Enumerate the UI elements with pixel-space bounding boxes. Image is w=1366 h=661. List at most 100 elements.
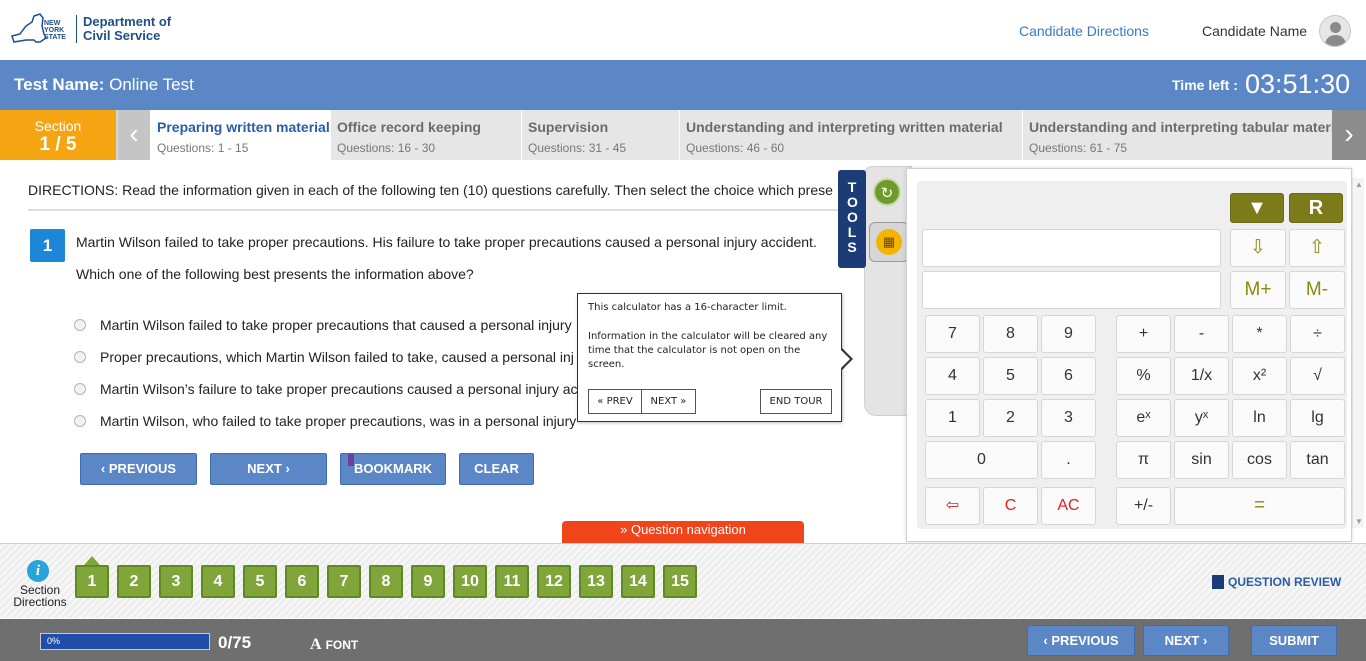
calc-key-0[interactable]: 0	[925, 441, 1038, 479]
tools-tab[interactable]: TOOLS	[838, 170, 866, 268]
question-nav-button-3[interactable]: 3	[159, 565, 193, 598]
calc-key-reciprocal[interactable]: 1/x	[1174, 357, 1229, 395]
calc-reset-button[interactable]: R	[1289, 193, 1343, 223]
clear-button[interactable]: CLEAR	[459, 453, 534, 485]
scroll-down-icon[interactable]: ▼	[1355, 517, 1363, 526]
answer-option-4[interactable]: Martin Wilson, who failed to take proper…	[74, 413, 576, 429]
calc-memory-recall-down-button[interactable]: ⇩	[1230, 229, 1286, 267]
logo-dept-line2: Civil Service	[83, 28, 161, 43]
calc-key-plus[interactable]: +	[1116, 315, 1171, 353]
question-nav-button-8[interactable]: 8	[369, 565, 403, 598]
calc-key-clear[interactable]: C	[983, 487, 1038, 525]
progress-count: 0/75	[218, 633, 252, 652]
calc-key-square[interactable]: x²	[1232, 357, 1287, 395]
calc-key-ln[interactable]: ln	[1232, 399, 1287, 437]
logo-state-text: NEW YORK STATE	[44, 19, 66, 41]
refresh-icon[interactable]: ↻	[873, 178, 901, 206]
question-nav-button-15[interactable]: 15	[663, 565, 697, 598]
section-tab-3[interactable]: Supervision Questions: 31 - 45	[521, 110, 679, 160]
radio-button[interactable]	[74, 383, 86, 395]
calc-key-2[interactable]: 2	[983, 399, 1038, 437]
candidate-directions-link[interactable]: Candidate Directions	[1019, 23, 1149, 39]
question-nav-button-4[interactable]: 4	[201, 565, 235, 598]
calc-key-6[interactable]: 6	[1041, 357, 1096, 395]
section-prev-chevron-icon[interactable]: ‹	[118, 110, 150, 160]
tour-prev-button[interactable]: « PREV	[588, 389, 642, 414]
calc-key-power[interactable]: yˣ	[1174, 399, 1229, 437]
calc-key-decimal[interactable]: .	[1041, 441, 1096, 479]
calc-key-4[interactable]: 4	[925, 357, 980, 395]
question-nav-button-6[interactable]: 6	[285, 565, 319, 598]
question-nav-button-10[interactable]: 10	[453, 565, 487, 598]
question-nav-button-5[interactable]: 5	[243, 565, 277, 598]
test-name: Test Name: Online Test	[14, 75, 194, 95]
calc-key-7[interactable]: 7	[925, 315, 980, 353]
answer-option-2[interactable]: Proper precautions, which Martin Wilson …	[74, 349, 574, 365]
calculator-tool-button[interactable]: ▦	[869, 222, 909, 262]
calc-key-minus[interactable]: -	[1174, 315, 1229, 353]
calc-key-sign[interactable]: +/-	[1116, 487, 1171, 525]
calc-key-tan[interactable]: tan	[1290, 441, 1345, 479]
question-nav-button-7[interactable]: 7	[327, 565, 361, 598]
submit-button[interactable]: SUBMIT	[1251, 625, 1337, 656]
previous-button[interactable]: ‹ PREVIOUS	[80, 453, 197, 485]
section-tab-questions: Questions: 16 - 30	[337, 141, 436, 155]
footer-previous-button[interactable]: ‹ PREVIOUS	[1027, 625, 1135, 656]
radio-button[interactable]	[74, 351, 86, 363]
calc-key-pi[interactable]: π	[1116, 441, 1171, 479]
calc-key-sqrt[interactable]: √	[1290, 357, 1345, 395]
calculator-scrollbar[interactable]: ▲ ▼	[1352, 178, 1364, 528]
current-question-pointer	[84, 556, 100, 565]
question-nav-button-12[interactable]: 12	[537, 565, 571, 598]
calc-memory-recall-up-button[interactable]: ⇧	[1289, 229, 1345, 267]
section-next-chevron-icon[interactable]: ›	[1332, 110, 1366, 160]
calc-key-1[interactable]: 1	[925, 399, 980, 437]
avatar-icon[interactable]	[1319, 15, 1351, 47]
radio-button[interactable]	[74, 319, 86, 331]
calc-key-percent[interactable]: %	[1116, 357, 1171, 395]
test-bar: Test Name: Online Test Time left : 03:51…	[0, 60, 1366, 110]
chevron-down-icon: »	[620, 522, 628, 537]
calc-key-5[interactable]: 5	[983, 357, 1038, 395]
calc-memory-subtract-button[interactable]: M-	[1289, 271, 1345, 309]
calc-memory-add-button[interactable]: M+	[1230, 271, 1286, 309]
section-directions-link[interactable]: Section Directions	[10, 584, 70, 608]
calc-key-8[interactable]: 8	[983, 315, 1038, 353]
question-nav-button-14[interactable]: 14	[621, 565, 655, 598]
calc-key-exp[interactable]: eˣ	[1116, 399, 1171, 437]
question-navigation-toggle[interactable]: » Question navigation	[562, 521, 804, 543]
calc-key-equals[interactable]: =	[1174, 487, 1345, 525]
section-tab-5[interactable]: Understanding and interpreting tabular m…	[1022, 110, 1332, 160]
tour-end-button[interactable]: END TOUR	[760, 389, 832, 414]
radio-button[interactable]	[74, 415, 86, 427]
section-tab-1[interactable]: Preparing written material Questions: 1 …	[150, 110, 330, 160]
question-nav-button-1[interactable]: 1	[75, 565, 109, 598]
calc-key-multiply[interactable]: *	[1232, 315, 1287, 353]
calc-key-3[interactable]: 3	[1041, 399, 1096, 437]
calc-key-9[interactable]: 9	[1041, 315, 1096, 353]
question-review-link[interactable]: QUESTION REVIEW	[1212, 575, 1341, 589]
info-icon[interactable]: i	[27, 560, 49, 582]
section-tab-2[interactable]: Office record keeping Questions: 16 - 30	[330, 110, 521, 160]
calc-key-all-clear[interactable]: AC	[1041, 487, 1096, 525]
calc-key-sin[interactable]: sin	[1174, 441, 1229, 479]
section-tab-4[interactable]: Understanding and interpreting written m…	[679, 110, 1022, 160]
calc-key-lg[interactable]: lg	[1290, 399, 1345, 437]
footer-next-button[interactable]: NEXT ›	[1143, 625, 1229, 656]
answer-option-1[interactable]: Martin Wilson failed to take proper prec…	[74, 317, 572, 333]
calc-key-cos[interactable]: cos	[1232, 441, 1287, 479]
font-button[interactable]: A FONT	[310, 636, 358, 654]
calc-minimize-button[interactable]: ▼	[1230, 193, 1284, 223]
bookmark-button[interactable]: BOOKMARK	[340, 453, 446, 485]
question-nav-button-13[interactable]: 13	[579, 565, 613, 598]
question-nav-button-2[interactable]: 2	[117, 565, 151, 598]
next-button[interactable]: NEXT ›	[210, 453, 327, 485]
scroll-up-icon[interactable]: ▲	[1355, 180, 1363, 189]
question-nav-button-11[interactable]: 11	[495, 565, 529, 598]
calc-backspace-icon[interactable]: ⇦	[925, 487, 980, 525]
answer-option-3[interactable]: Martin Wilson’s failure to take proper p…	[74, 381, 578, 397]
calc-key-divide[interactable]: ÷	[1290, 315, 1345, 353]
tour-next-button[interactable]: NEXT »	[641, 389, 696, 414]
tour-text-limit: This calculator has a 16-character limit…	[588, 302, 787, 313]
question-nav-button-9[interactable]: 9	[411, 565, 445, 598]
